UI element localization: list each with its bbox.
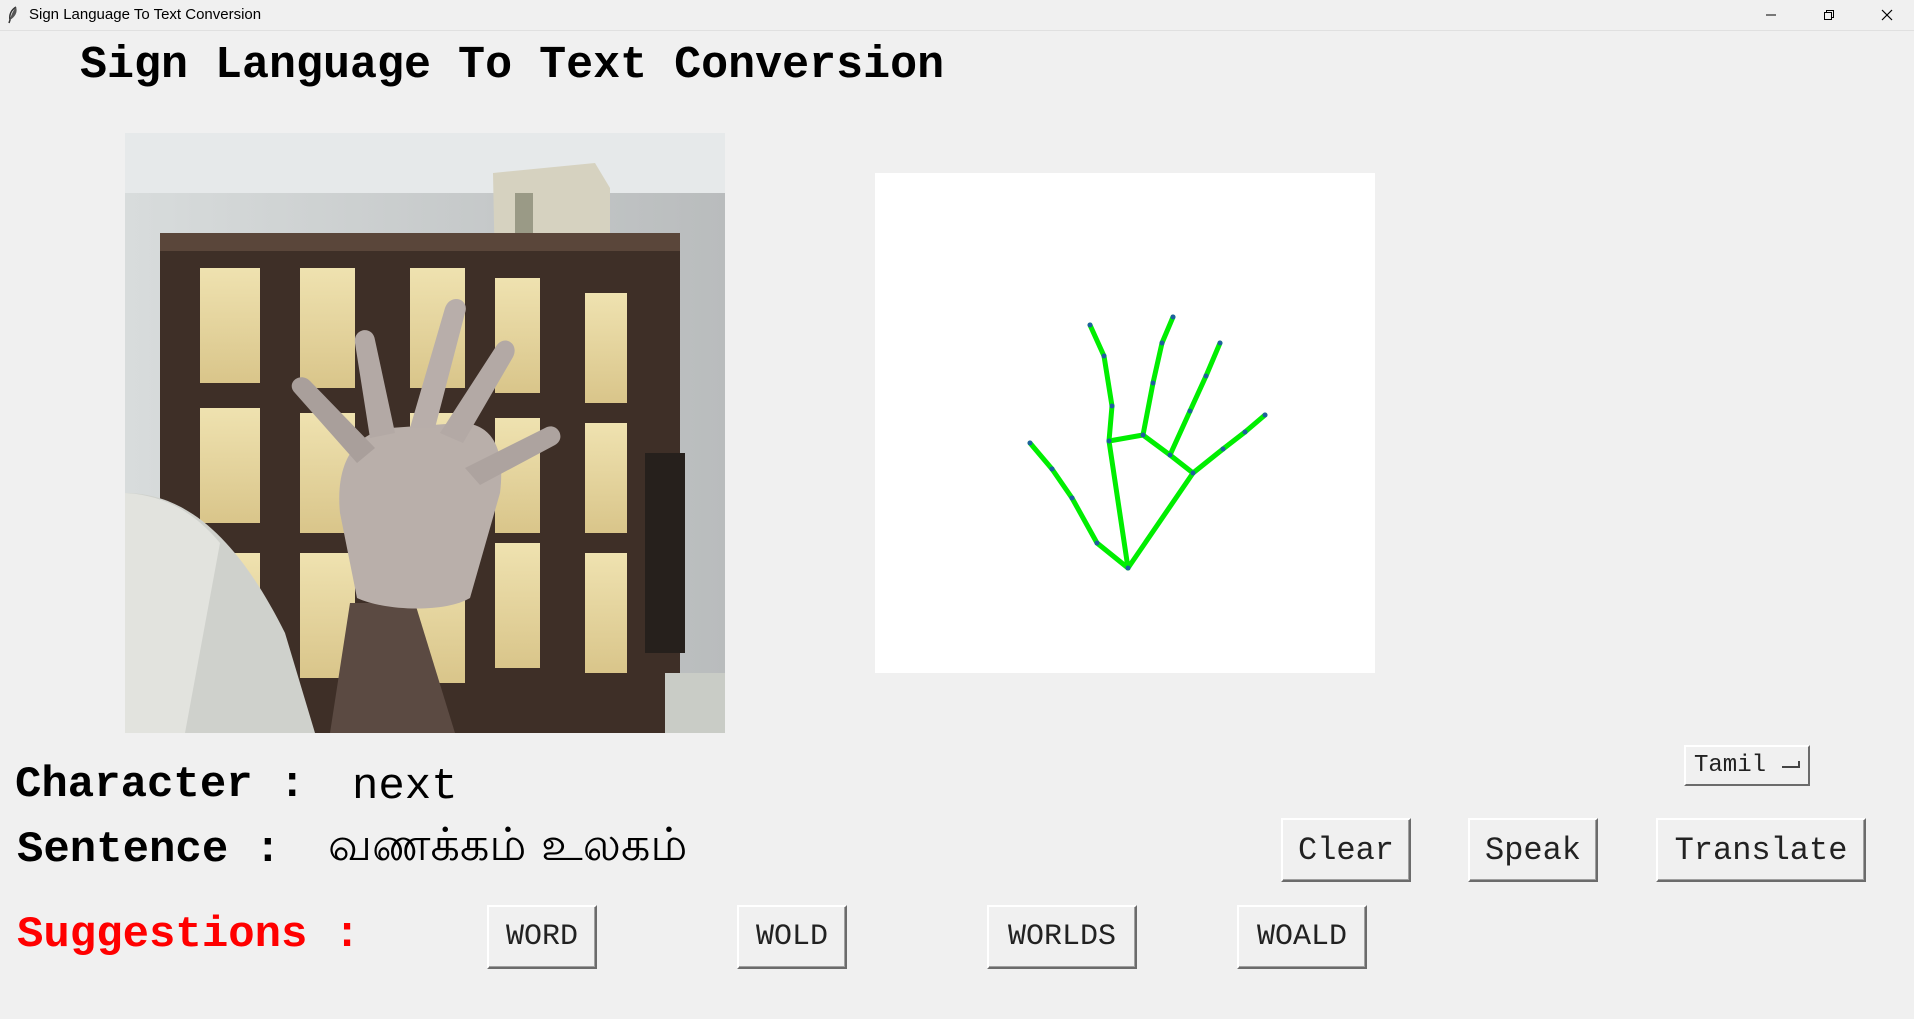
skeleton-bone [1049,466,1075,501]
restore-button[interactable] [1800,0,1858,30]
suggestions-label: Suggestions : [17,910,361,960]
skeleton-bone [1150,340,1165,386]
skeleton-bone [1167,408,1193,458]
skeleton-joint [1125,565,1131,571]
hand-skeleton-canvas [875,173,1375,673]
window-title: Sign Language To Text Conversion [29,6,262,23]
language-select-value: Tamil [1694,752,1767,779]
skeleton-bone [1069,495,1100,546]
skeleton-joint [1140,432,1146,438]
skeleton-joint [1217,340,1223,346]
character-label: Character : [15,760,306,810]
feather-icon [8,6,17,24]
restore-icon [1824,10,1834,20]
skeleton-joint [1027,440,1033,446]
skeleton-bone [1125,470,1196,571]
skeleton-joint [1094,540,1100,546]
page-title: Sign Language To Text Conversion [80,40,945,91]
close-button[interactable] [1858,0,1914,30]
title-bar: Sign Language To Text Conversion [0,0,1914,31]
skeleton-joint [1187,408,1193,414]
skeleton-bone [1167,452,1196,476]
suggestion-button-1[interactable]: WORD [487,905,597,969]
skeleton-joint [1049,466,1055,472]
skeleton-bone [1220,429,1248,452]
sentence-value: வணக்கம் உலகம் [328,817,688,871]
skeleton-bone [1106,438,1131,571]
skeleton-joint [1106,438,1112,444]
skeleton-joint [1220,446,1226,452]
skeleton-bone [1203,340,1223,379]
speak-button[interactable]: Speak [1468,818,1598,882]
camera-feed [125,133,725,733]
skeleton-joint [1170,314,1176,320]
skeleton-bone [1140,432,1173,458]
translate-button[interactable]: Translate [1656,818,1866,882]
skeleton-bone [1159,314,1176,346]
skeleton-bone [1140,380,1156,438]
skeleton-bone [1087,322,1107,359]
skeleton-joint [1101,353,1107,359]
close-icon [1881,9,1893,21]
suggestion-button-4[interactable]: WOALD [1237,905,1367,969]
clear-button[interactable]: Clear [1281,818,1411,882]
dropdown-indicator-icon-tick [1798,761,1800,768]
skeleton-joint [1203,373,1209,379]
language-select[interactable]: Tamil [1684,745,1810,786]
skeleton-bone [1190,446,1226,476]
suggestion-button-2[interactable]: WOLD [737,905,847,969]
skeleton-bone [1106,432,1146,444]
hand-skeleton-graph [1027,314,1268,571]
minimize-button[interactable] [1742,0,1800,30]
skeleton-joint [1150,380,1156,386]
sentence-label: Sentence : [17,825,282,875]
skeleton-joint [1242,429,1248,435]
character-value: next [352,762,458,812]
skeleton-bone [1101,353,1115,409]
skeleton-bone [1106,403,1115,444]
camera-frame-image [125,133,725,733]
skeleton-joint [1109,403,1115,409]
skeleton-joint [1167,452,1173,458]
skeleton-joint [1262,412,1268,418]
minimize-icon [1766,14,1776,16]
skeleton-joint [1069,495,1075,501]
skeleton-joint [1159,340,1165,346]
skeleton-bone [1242,412,1268,435]
skeleton-bone [1187,373,1209,414]
skeleton-joint [1087,322,1093,328]
skeleton-bone [1027,440,1055,472]
suggestion-button-3[interactable]: WORLDS [987,905,1137,969]
skeleton-joint [1190,470,1196,476]
